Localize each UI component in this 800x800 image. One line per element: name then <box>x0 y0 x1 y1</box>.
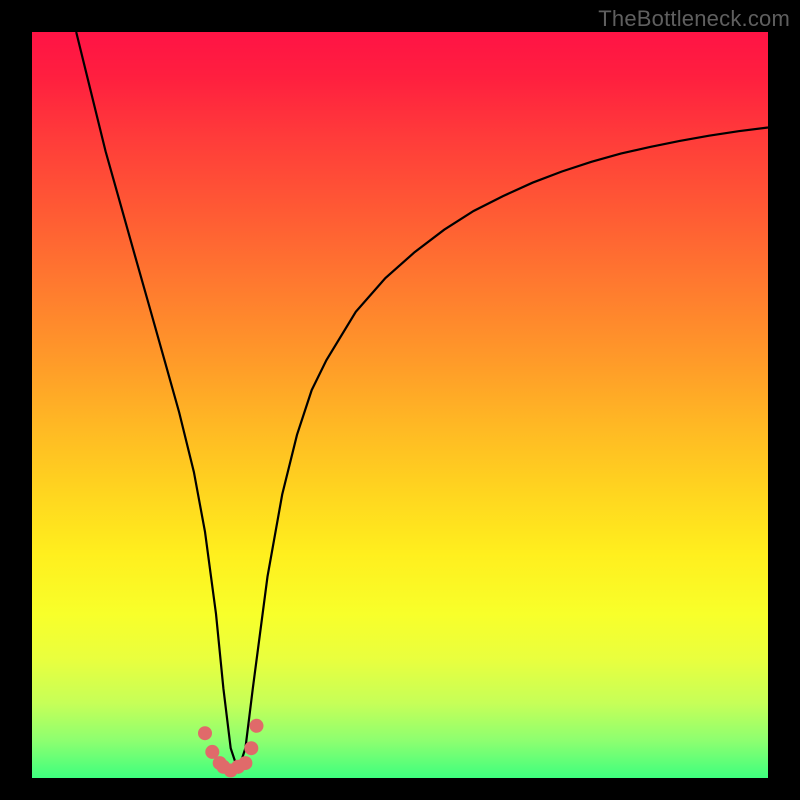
marker-dot <box>250 719 264 733</box>
plot-svg <box>32 32 768 778</box>
marker-dot <box>198 726 212 740</box>
marker-dot <box>238 756 252 770</box>
plot-area <box>32 32 768 778</box>
bottleneck-curve <box>76 32 768 771</box>
marker-dot <box>244 741 258 755</box>
watermark-text: TheBottleneck.com <box>598 6 790 32</box>
chart-frame: TheBottleneck.com <box>0 0 800 800</box>
